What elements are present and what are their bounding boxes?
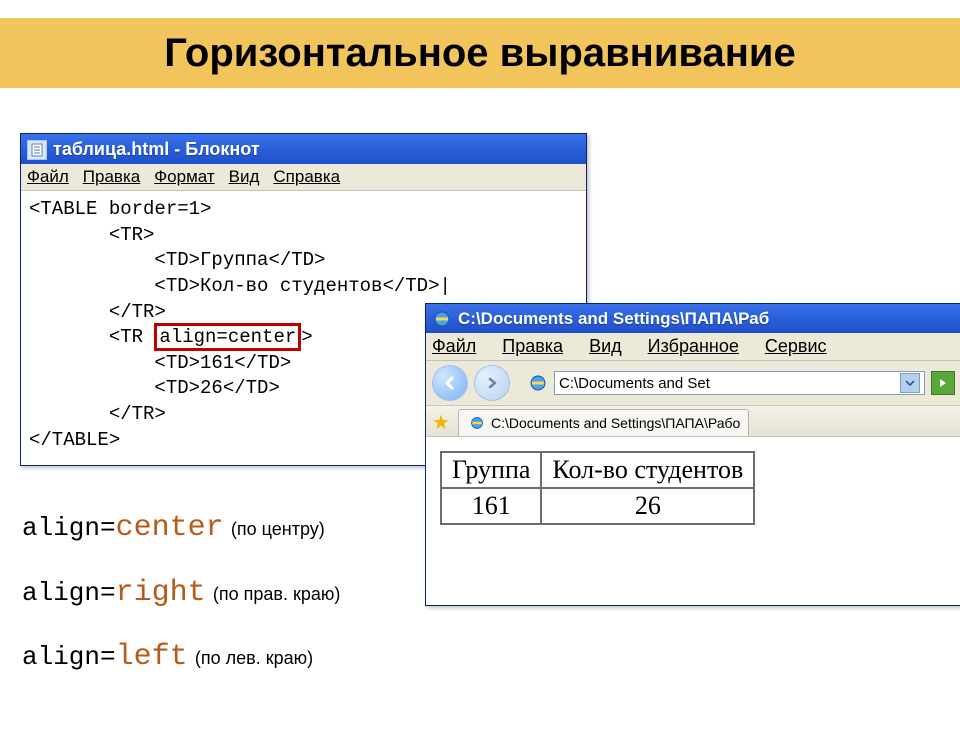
table-cell: 161 [441, 488, 541, 524]
attr-value: left [116, 640, 188, 674]
attr-keyword: align= [22, 513, 116, 543]
table-cell: 26 [541, 488, 754, 524]
attr-note: (по лев. краю) [195, 648, 313, 668]
ie-title-text: C:\Documents and Settings\ПАПА\Раб [458, 309, 769, 329]
slide-title-bar: Горизонтальное выравнивание [0, 18, 960, 88]
ie-tabbar: ★ C:\Documents and Settings\ПАПА\Рабо [426, 406, 960, 437]
attr-keyword: align= [22, 578, 116, 608]
code-line: <TR [29, 326, 154, 348]
code-line: <TD>Группа</TD> [29, 249, 325, 271]
ie-tab-icon [467, 413, 487, 433]
code-line: </TR> [29, 403, 166, 425]
attribute-explanations: align=center (по центру) align=right (по… [22, 496, 340, 690]
ie-menu-edit[interactable]: Правка [502, 336, 563, 357]
ie-menubar: Файл Правка Вид Избранное Сервис [426, 333, 960, 361]
table-cell: Группа [441, 452, 541, 488]
explain-row: align=center (по центру) [22, 496, 340, 561]
code-line: </TR> [29, 301, 166, 323]
back-button[interactable] [432, 365, 468, 401]
ie-page-content: Группа Кол-во студентов 161 26 [426, 437, 960, 605]
menu-help[interactable]: Справка [273, 167, 340, 187]
code-line: </TABLE> [29, 429, 120, 451]
browser-tab[interactable]: C:\Documents and Settings\ПАПА\Рабо [458, 409, 749, 436]
attr-value: center [116, 511, 224, 545]
code-line: <TABLE border=1> [29, 198, 211, 220]
ie-menu-view[interactable]: Вид [589, 336, 622, 357]
attr-note: (по центру) [231, 519, 325, 539]
attr-note: (по прав. краю) [213, 584, 340, 604]
explain-row: align=left (по лев. краю) [22, 625, 340, 690]
notepad-title-text: таблица.html - Блокнот [53, 139, 260, 160]
go-button[interactable] [931, 371, 955, 395]
notepad-titlebar: таблица.html - Блокнот [21, 134, 586, 164]
code-line: <TD>26</TD> [29, 377, 280, 399]
attr-value: right [116, 576, 206, 610]
menu-edit[interactable]: Правка [83, 167, 140, 187]
dropdown-icon[interactable] [900, 373, 920, 393]
forward-button[interactable] [474, 365, 510, 401]
menu-view[interactable]: Вид [229, 167, 260, 187]
rendered-table: Группа Кол-во студентов 161 26 [440, 451, 755, 525]
table-row: Группа Кол-во студентов [441, 452, 754, 488]
notepad-file-icon [27, 140, 47, 160]
ie-titlebar: C:\Documents and Settings\ПАПА\Раб [426, 304, 960, 333]
notepad-menubar: Файл Правка Формат Вид Справка [21, 164, 586, 191]
menu-format[interactable]: Формат [154, 167, 214, 187]
ie-page-icon [528, 373, 548, 393]
code-line: <TD>161</TD> [29, 352, 291, 374]
ie-window: C:\Documents and Settings\ПАПА\Раб Файл … [425, 303, 960, 606]
ie-menu-file[interactable]: Файл [432, 336, 476, 357]
slide-title: Горизонтальное выравнивание [164, 31, 795, 76]
favorites-star-icon[interactable]: ★ [430, 412, 452, 434]
code-line: > [301, 326, 312, 348]
ie-menu-fav[interactable]: Избранное [648, 336, 739, 357]
explain-row: align=right (по прав. краю) [22, 561, 340, 626]
table-row: 161 26 [441, 488, 754, 524]
ie-menu-tools[interactable]: Сервис [765, 336, 827, 357]
menu-file[interactable]: Файл [27, 167, 69, 187]
address-text: C:\Documents and Set [559, 375, 710, 392]
highlighted-attribute: align=center [154, 323, 301, 351]
ie-logo-icon [432, 309, 452, 329]
tab-label: C:\Documents and Settings\ПАПА\Рабо [491, 415, 740, 431]
code-line: <TR> [29, 224, 154, 246]
code-line: <TD>Кол-во студентов</TD>| [29, 275, 451, 297]
ie-nav-toolbar: C:\Documents and Set [426, 361, 960, 406]
table-cell: Кол-во студентов [541, 452, 754, 488]
attr-keyword: align= [22, 642, 116, 672]
address-bar[interactable]: C:\Documents and Set [554, 371, 925, 395]
